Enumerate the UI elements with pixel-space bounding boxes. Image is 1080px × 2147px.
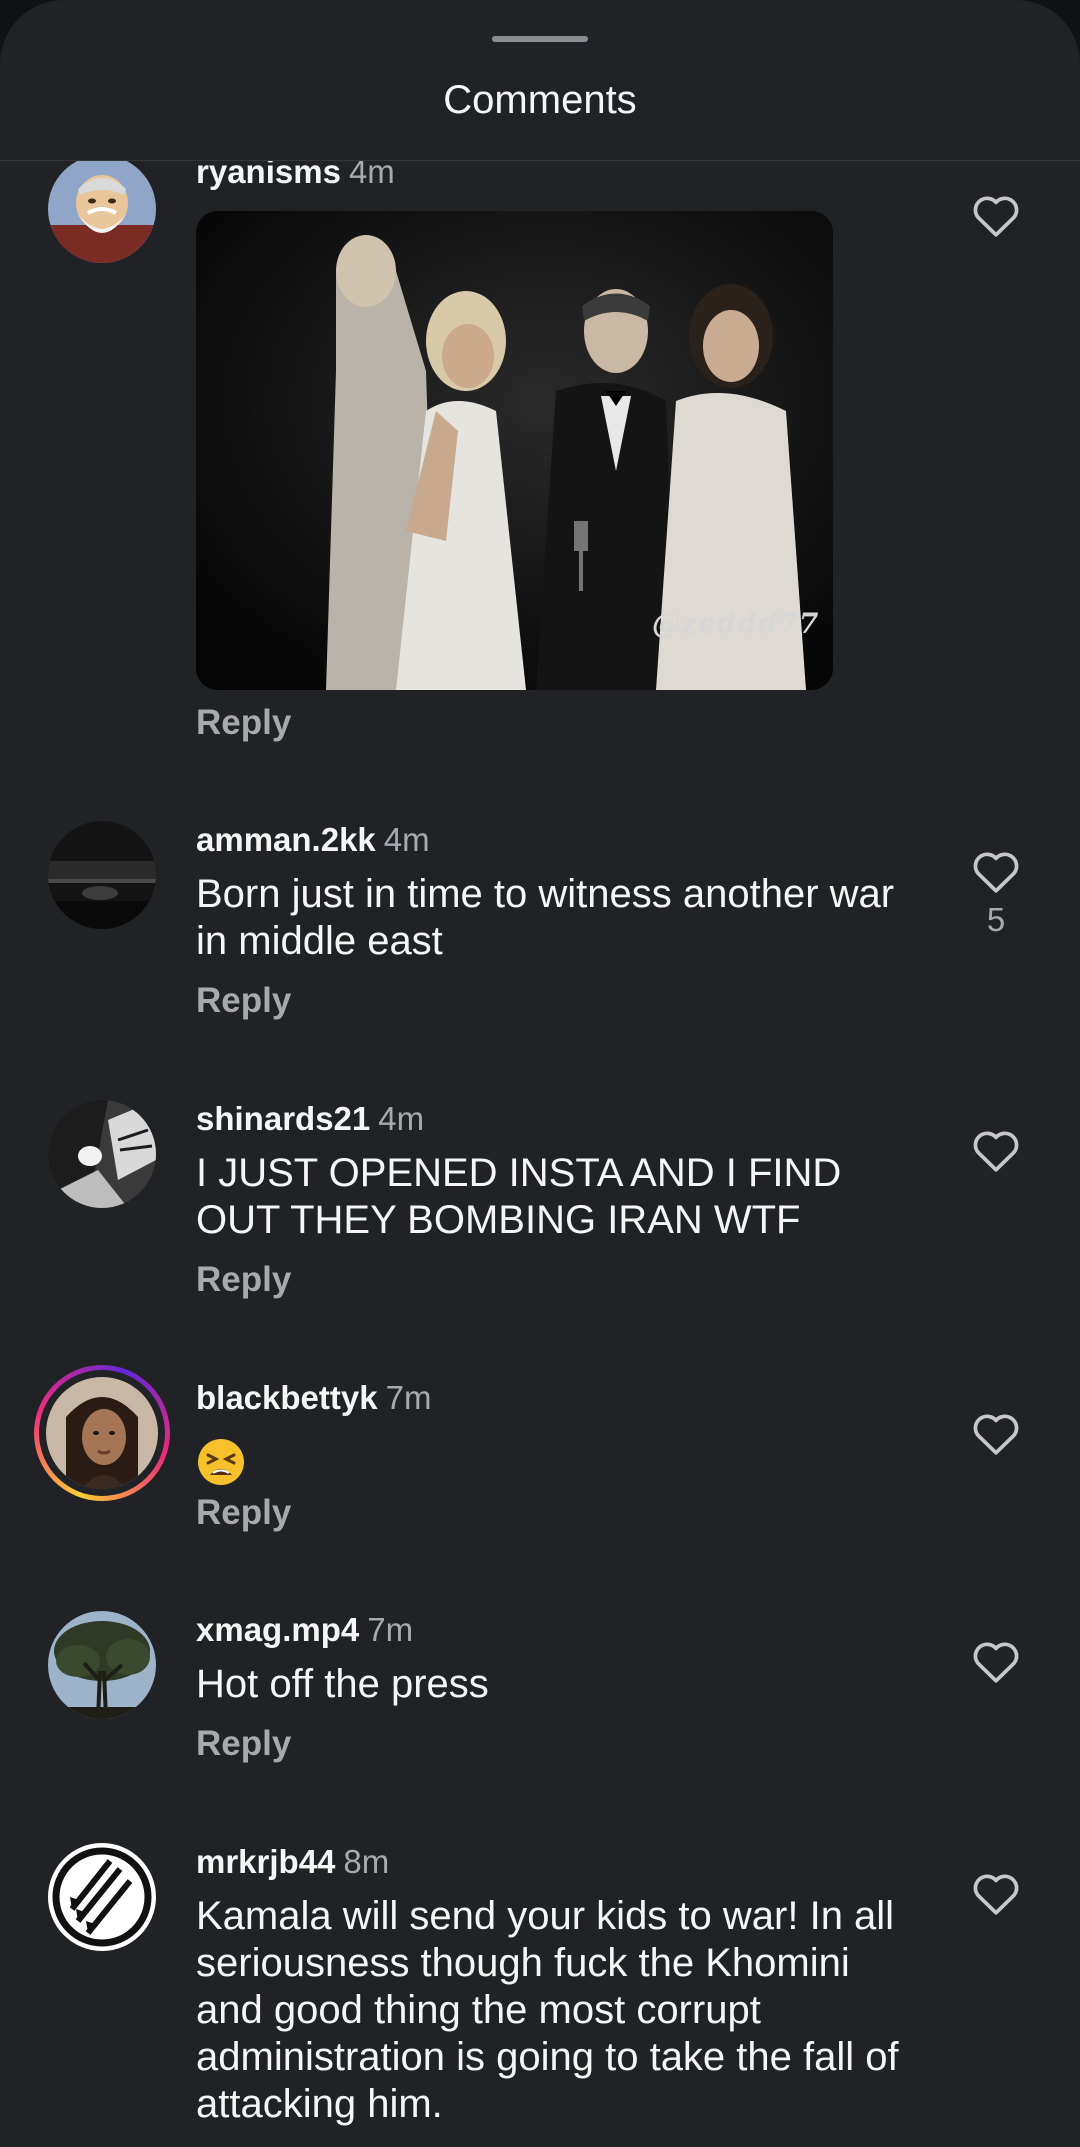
username[interactable]: amman.2kk (196, 821, 376, 858)
timestamp: 4m (383, 821, 430, 858)
drag-handle[interactable] (492, 36, 588, 42)
comments-sheet: Comments ryanisms 4m @zeddd77 Reply amma… (0, 0, 1080, 2147)
three-arrows-symbol-avatar-icon (48, 1843, 156, 1951)
sheet-title: Comments (443, 78, 637, 122)
reply-button[interactable]: Reply (196, 1724, 291, 1764)
comments-list[interactable]: ryanisms 4m @zeddd77 Reply amman.2kk 4m … (0, 161, 1080, 2147)
timestamp: 4m (378, 1100, 425, 1137)
heart-icon[interactable] (968, 1405, 1024, 1461)
timestamp: 4m (348, 161, 395, 190)
avatar[interactable] (48, 161, 156, 263)
comment-meta: amman.2kk 4m (196, 821, 430, 859)
avatar[interactable] (48, 1611, 156, 1719)
heart-icon[interactable] (968, 187, 1024, 243)
username[interactable]: xmag.mp4 (196, 1611, 359, 1648)
reply-button[interactable]: Reply (196, 1260, 291, 1300)
username[interactable]: mrkrjb44 (196, 1843, 335, 1880)
reply-button[interactable]: Reply (196, 703, 291, 743)
reply-button[interactable]: Reply (196, 981, 291, 1021)
username[interactable]: shinards21 (196, 1100, 370, 1137)
comment-text: Hot off the press (196, 1662, 489, 1706)
media-watermark: @zeddd77 (652, 607, 820, 640)
comment-meta: mrkrjb44 8m (196, 1843, 389, 1881)
story-ring[interactable] (34, 1365, 170, 1501)
comment-meta: ryanisms 4m (196, 161, 395, 191)
comment-meta: shinards21 4m (196, 1100, 424, 1138)
comment-text: Born just in time to witness another war… (196, 872, 895, 963)
avatar (46, 1377, 158, 1489)
username[interactable]: blackbettyk (196, 1379, 378, 1416)
like-count: 5 (986, 901, 1006, 938)
heart-icon[interactable] (968, 1865, 1024, 1921)
heart-icon[interactable] (968, 1633, 1024, 1689)
heart-icon[interactable] (968, 1122, 1024, 1178)
comment-text: Kamala will send your kids to war! In al… (196, 1894, 899, 2126)
cartoon-old-man-avatar-icon (48, 161, 156, 263)
comment-meta: xmag.mp4 7m (196, 1611, 413, 1649)
timestamp: 8m (343, 1843, 390, 1880)
avatar[interactable] (48, 1100, 156, 1208)
username[interactable]: ryanisms (196, 161, 341, 190)
tired-face-emoji (196, 1437, 246, 1487)
timestamp: 7m (385, 1379, 432, 1416)
manga-panel-avatar-icon (48, 1100, 156, 1208)
comment-meta: blackbettyk 7m (196, 1379, 431, 1417)
dark-racing-photo-avatar-icon (48, 821, 156, 929)
heart-icon[interactable] (968, 843, 1024, 899)
comment-media-image[interactable]: @zeddd77 (196, 211, 833, 690)
avatar[interactable] (48, 1843, 156, 1951)
avatar[interactable] (48, 821, 156, 929)
reply-button[interactable]: Reply (196, 1493, 291, 1533)
tired-face-icon (198, 1439, 244, 1485)
tree-photo-avatar-icon (48, 1611, 156, 1719)
timestamp: 7m (367, 1611, 414, 1648)
comment-text: I JUST OPENED INSTA AND I FIND OUT THEY … (196, 1151, 842, 1242)
portrait-photo-avatar-icon (46, 1377, 158, 1489)
